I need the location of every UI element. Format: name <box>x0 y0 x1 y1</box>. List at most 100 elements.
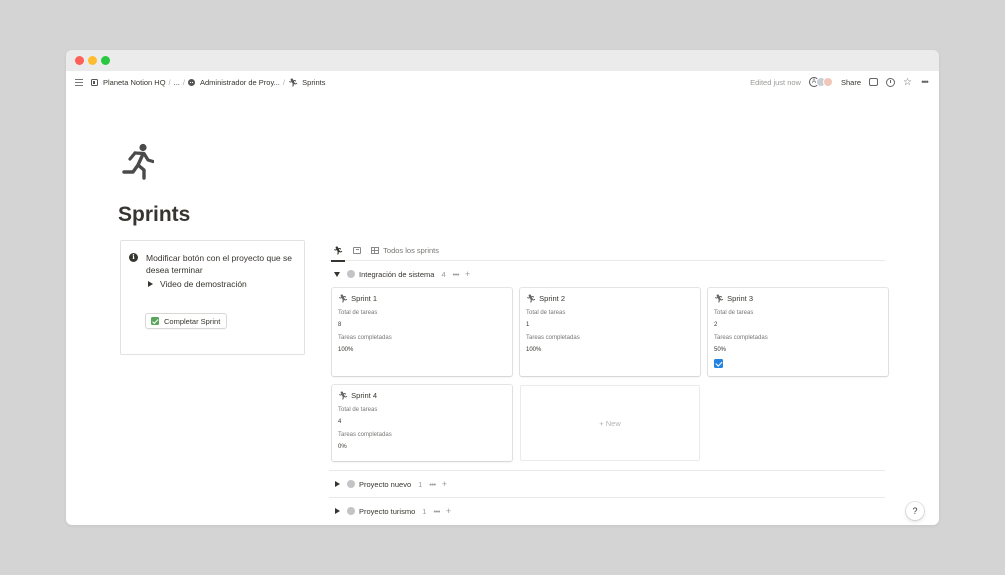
group-add-icon[interactable]: + <box>442 479 447 489</box>
group-more-icon[interactable]: ••• <box>429 480 436 489</box>
collaborator-avatars[interactable]: A <box>808 77 833 87</box>
group-count: 1 <box>422 506 427 516</box>
collapse-arrow-icon[interactable] <box>334 271 340 277</box>
top-bar: Planeta Notion HQ / ... / Administrador … <box>66 71 939 95</box>
updates-clock-icon[interactable] <box>886 77 895 87</box>
board-group-integracion: 🏃︎ Sprint 1 Total de tareas 8 Tareas comp… <box>329 287 888 470</box>
runner-icon: 🏃︎ <box>526 294 537 303</box>
check-mark-icon <box>151 317 159 325</box>
expand-arrow-icon[interactable] <box>335 481 340 487</box>
card-title-text: Sprint 3 <box>727 294 754 303</box>
breadcrumb-label: Sprints <box>302 78 326 87</box>
total-tasks-label: Total de tareas <box>714 310 754 316</box>
title-bar <box>66 50 939 71</box>
runner-icon: 🏃︎ <box>338 294 349 303</box>
completed-tasks-value: 0% <box>338 444 347 450</box>
group-header-proyecto-nuevo[interactable]: Proyecto nuevo 1 ••• + <box>329 471 885 497</box>
info-icon: i <box>129 253 138 262</box>
breadcrumb-sprints[interactable]: 🏃︎ Sprints <box>288 78 326 87</box>
group-add-icon[interactable]: + <box>465 269 470 279</box>
view-tabs: 🏃︎ Todos los sprints <box>329 240 885 262</box>
breadcrumb-label: Planeta Notion HQ <box>103 78 166 87</box>
breadcrumb-ellipsis[interactable]: ... <box>174 78 180 87</box>
breadcrumb-separator: / <box>168 78 171 87</box>
expand-arrow-icon[interactable] <box>335 508 340 514</box>
group-count: 4 <box>441 269 446 279</box>
board-view-icon <box>353 246 362 254</box>
sidebar-menu-icon[interactable] <box>75 79 83 86</box>
status-dot-icon <box>347 480 355 488</box>
sprints-database: 🏃︎ Todos los sprints Integración de sist… <box>329 240 888 524</box>
tab-board-view[interactable]: 🏃︎ <box>330 240 346 262</box>
maximize-window-button[interactable] <box>101 56 110 65</box>
runner-icon: 🏃︎ <box>338 391 349 400</box>
app-window: Planeta Notion HQ / ... / Administrador … <box>66 50 939 525</box>
card-title: 🏃︎ Sprint 3 <box>714 294 753 303</box>
card-title: 🏃︎ Sprint 4 <box>338 391 377 400</box>
favorite-star-icon[interactable]: ☆ <box>903 77 912 87</box>
total-tasks-value: 1 <box>526 322 530 328</box>
total-tasks-label: Total de tareas <box>338 407 378 413</box>
close-window-button[interactable] <box>75 56 84 65</box>
total-tasks-value: 2 <box>714 322 718 328</box>
group-name: Integración de sistema <box>359 269 435 279</box>
help-button[interactable]: ? <box>906 502 924 520</box>
card-sprint-4[interactable]: 🏃︎ Sprint 4 Total de tareas 4 Tareas comp… <box>332 385 512 461</box>
tab-label: Todos los sprints <box>383 245 440 255</box>
toggle-label: Video de demostración <box>160 279 247 289</box>
callout-text[interactable]: Modificar botón con el proyecto que se d… <box>146 252 301 276</box>
breadcrumb-label: Administrador de Proy... <box>200 78 280 87</box>
page-title[interactable]: Sprints <box>118 203 190 227</box>
breadcrumb-project-admin[interactable]: Administrador de Proy... <box>188 78 280 87</box>
card-title: 🏃︎ Sprint 2 <box>526 294 565 303</box>
card-sprint-1[interactable]: 🏃︎ Sprint 1 Total de tareas 8 Tareas comp… <box>332 288 512 376</box>
more-options-icon[interactable]: ••• <box>920 77 929 87</box>
total-tasks-value: 4 <box>338 419 342 425</box>
status-dot-icon <box>347 270 355 278</box>
complete-sprint-button[interactable]: Completar Sprint <box>145 313 228 329</box>
toggle-block[interactable]: Video de demostración <box>148 279 247 289</box>
toggle-arrow-icon[interactable] <box>148 281 153 287</box>
total-tasks-label: Total de tareas <box>526 310 566 316</box>
sprint-checkbox[interactable] <box>714 359 723 368</box>
breadcrumb: Planeta Notion HQ / ... / Administrador … <box>91 78 326 87</box>
runner-icon: 🏃︎ <box>333 245 344 255</box>
completed-tasks-label: Tareas completadas <box>526 335 580 341</box>
completed-tasks-value: 100% <box>526 347 542 353</box>
table-view-icon <box>371 246 380 254</box>
group-name: Proyecto turismo <box>359 506 416 516</box>
avatar <box>822 77 833 87</box>
card-title: 🏃︎ Sprint 1 <box>338 294 377 303</box>
robot-icon <box>188 79 195 86</box>
completed-tasks-value: 100% <box>338 347 354 353</box>
group-more-icon[interactable]: ••• <box>453 270 460 279</box>
total-tasks-label: Total de tareas <box>338 310 378 316</box>
minimize-window-button[interactable] <box>88 56 97 65</box>
tab-gallery-view[interactable] <box>353 240 362 261</box>
breadcrumb-workspace[interactable]: Planeta Notion HQ <box>91 78 166 87</box>
button-label: Completar Sprint <box>164 316 221 326</box>
group-count: 1 <box>418 479 423 489</box>
group-header-integracion[interactable]: Integración de sistema 4 ••• + <box>329 261 885 287</box>
group-header-proyecto-turismo[interactable]: Proyecto turismo 1 ••• + <box>329 498 885 524</box>
status-dot-icon <box>347 507 355 515</box>
card-title-text: Sprint 4 <box>351 391 378 400</box>
card-sprint-2[interactable]: 🏃︎ Sprint 2 Total de tareas 1 Tareas comp… <box>520 288 700 376</box>
group-name: Proyecto nuevo <box>359 479 412 489</box>
runner-icon[interactable] <box>122 142 154 180</box>
callout-block: i Modificar botón con el proyecto que se… <box>120 240 305 355</box>
edited-status: Edited just now <box>750 77 801 87</box>
share-button[interactable]: Share <box>841 78 861 87</box>
total-tasks-value: 8 <box>338 322 342 328</box>
group-more-icon[interactable]: ••• <box>433 507 440 516</box>
tab-all-sprints[interactable]: Todos los sprints <box>371 240 439 261</box>
breadcrumb-separator: / <box>282 78 285 87</box>
runner-icon: 🏃︎ <box>714 294 725 303</box>
card-sprint-3[interactable]: 🏃︎ Sprint 3 Total de tareas 2 Tareas comp… <box>708 288 888 376</box>
completed-tasks-value: 50% <box>714 347 727 353</box>
new-card-button[interactable]: + New <box>520 385 700 461</box>
group-add-icon[interactable]: + <box>446 506 451 516</box>
card-title-text: Sprint 1 <box>351 294 378 303</box>
page-icon <box>91 79 98 86</box>
comment-icon[interactable] <box>869 78 878 86</box>
